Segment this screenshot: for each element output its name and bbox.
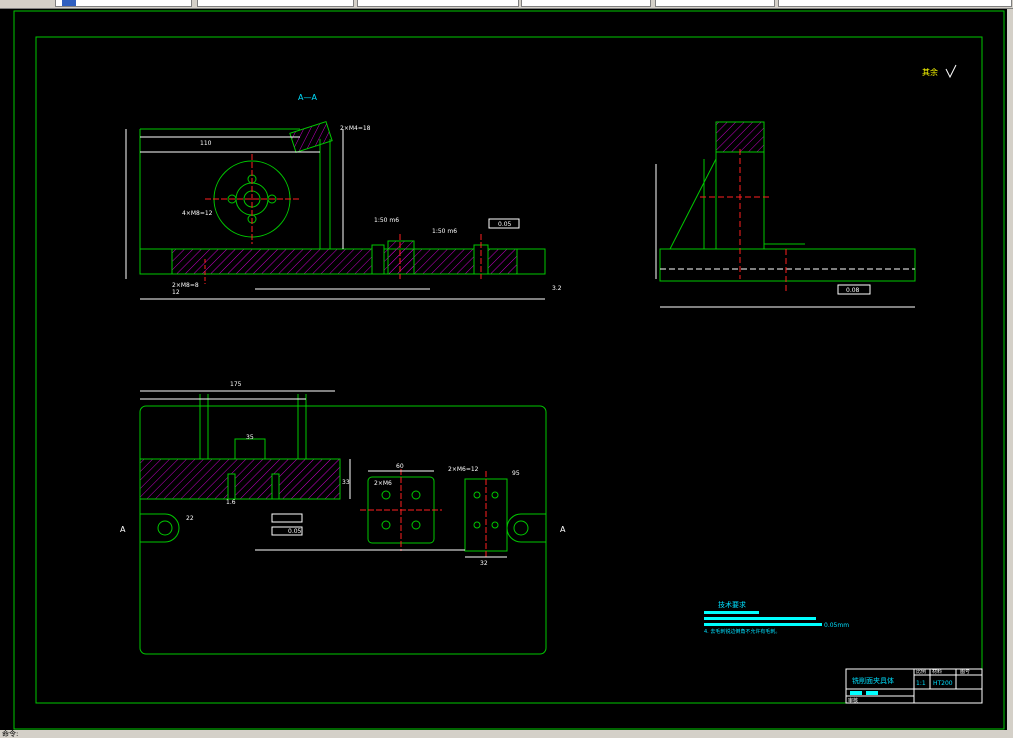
dim-110: 110: [200, 140, 212, 147]
section-label: A—A: [298, 93, 317, 102]
command-line[interactable]: 命令:: [0, 730, 1013, 738]
fit-2: 1:50 m6: [432, 228, 457, 235]
hole-note-4: 2×M6: [374, 480, 392, 487]
dim-12: 12: [172, 289, 180, 296]
fit-1: 1:50 m6: [374, 217, 399, 224]
roughness-symbol-icon: [945, 64, 957, 79]
color-dropdown[interactable]: [197, 0, 354, 7]
part-name: 铣削面夹具体: [852, 676, 894, 685]
toolbar: [0, 0, 1013, 9]
dim-33: 33: [342, 479, 350, 486]
hole-note-3: 2×M8=8: [172, 282, 199, 289]
material-value: HT200: [933, 680, 953, 687]
cad-drawing-area[interactable]: 其余 A—A 110 2×M4=18 4×M8=12 2×M8=8 12 1:5…: [0, 9, 1007, 730]
cad-canvas: 其余 A—A 110 2×M4=18 4×M8=12 2×M8=8 12 1:5…: [13, 10, 1005, 730]
tech-line-4: 4. 去毛刺锐边倒角不允许有毛刺。: [704, 628, 780, 635]
scale-value: 1:1: [916, 680, 926, 687]
linetype-dropdown[interactable]: [357, 0, 519, 7]
tech-tol-value: 0.05mm: [824, 622, 849, 629]
hole-note-1: 2×M4=18: [340, 125, 371, 132]
tech-title: 技术要求: [718, 600, 746, 609]
plotstyle-dropdown[interactable]: [655, 0, 775, 7]
col-drawing-no-header: 图号: [960, 669, 970, 675]
dim-95: 95: [512, 470, 520, 477]
ra-32: 3.2: [552, 285, 562, 292]
tol-3: 0.05: [288, 528, 302, 535]
dim-35: 35: [246, 434, 254, 441]
vertical-scrollbar[interactable]: [1007, 9, 1013, 730]
lineweight-dropdown[interactable]: [521, 0, 651, 7]
side-view: [655, 121, 916, 308]
extra-dropdown[interactable]: [778, 0, 1012, 7]
dim-60: 60: [396, 463, 404, 470]
tol-1: 0.05: [498, 221, 512, 228]
col-material-header: 材料: [932, 668, 942, 675]
tol-2: 0.08: [846, 287, 860, 294]
tech-line-2: [704, 617, 816, 620]
view-label-right: A: [560, 525, 566, 534]
tech-line-3: [704, 623, 822, 626]
hole-note-2: 4×M8=12: [182, 210, 213, 217]
col-scale-header: 比例: [916, 668, 926, 675]
reviewer-label: 审核: [848, 697, 858, 704]
tech-line-1: [704, 611, 759, 614]
outer-frame: [13, 10, 1005, 730]
hole-note-5: 2×M6=12: [448, 466, 479, 473]
dim-32: 32: [480, 560, 488, 567]
dim-175: 175: [230, 381, 242, 388]
layer-icon[interactable]: [62, 0, 76, 6]
ra-16: 1.6: [226, 499, 236, 506]
view-label-left: A: [120, 525, 126, 534]
dim-22: 22: [186, 515, 194, 522]
roughness-note: 其余: [922, 67, 938, 77]
top-view: [139, 390, 547, 655]
